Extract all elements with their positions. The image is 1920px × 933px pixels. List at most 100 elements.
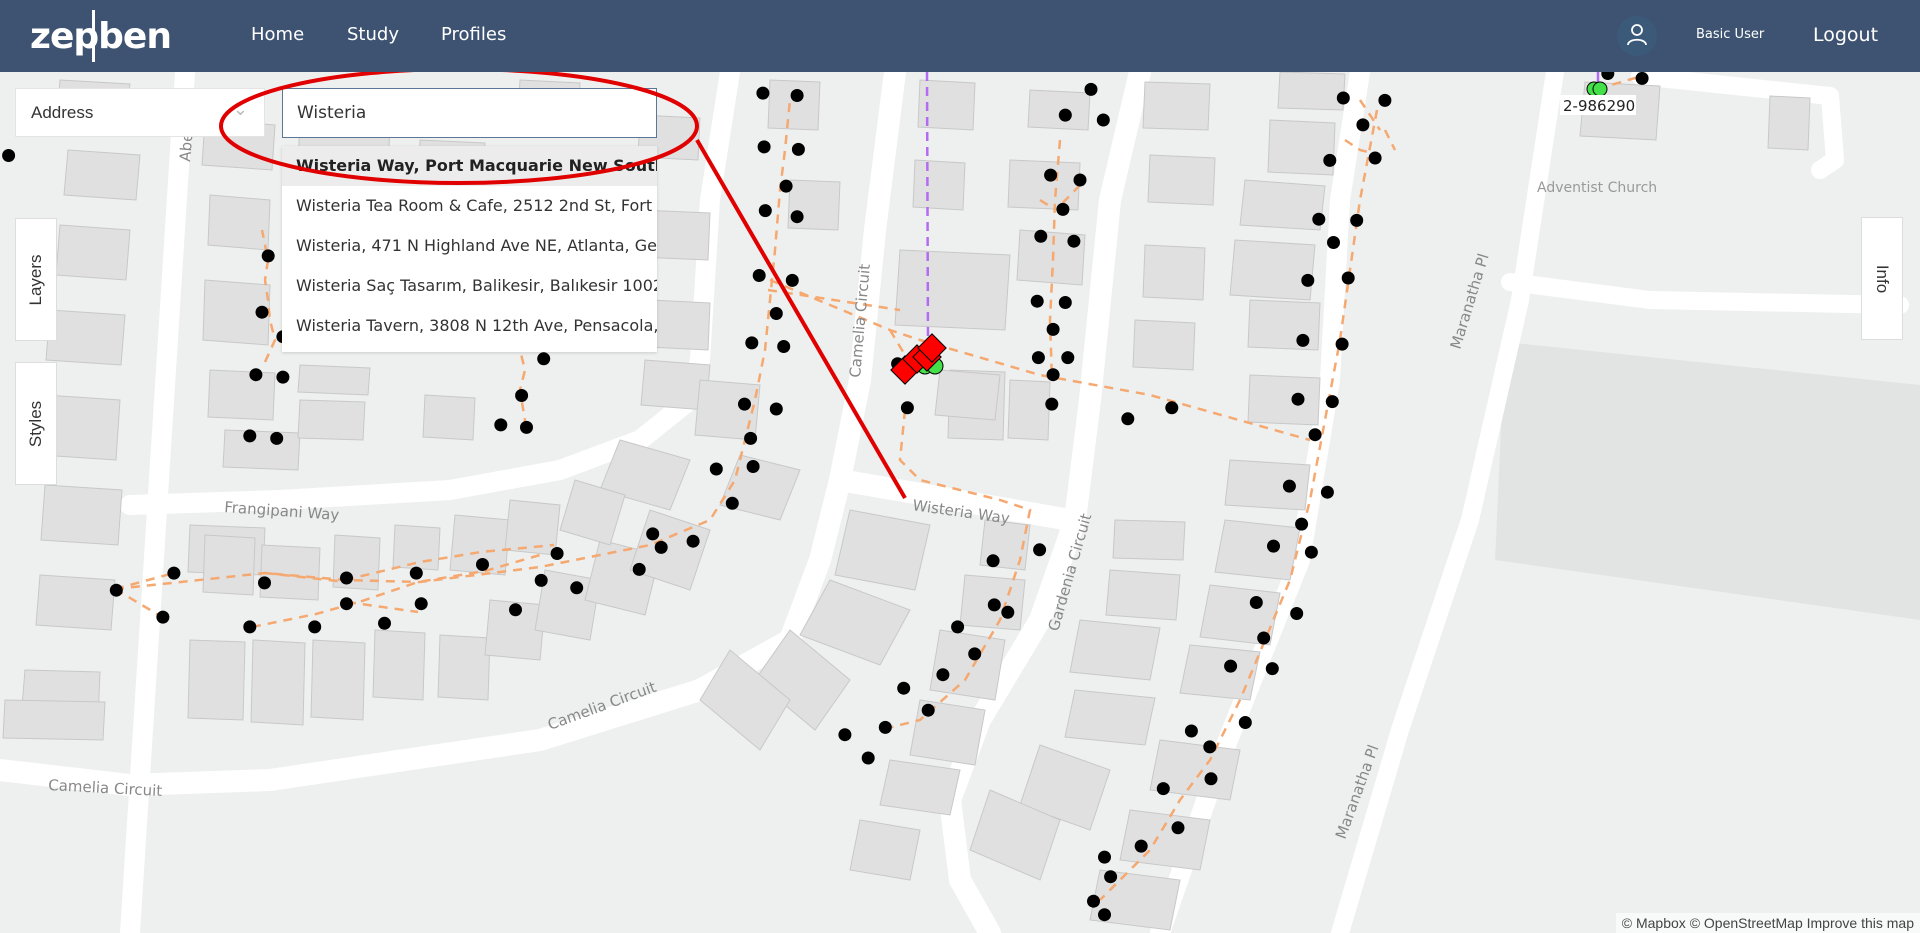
pole-marker[interactable] [1044, 168, 1058, 182]
pole-marker[interactable] [785, 273, 799, 287]
pole-marker[interactable] [1034, 229, 1048, 243]
pole-marker[interactable] [1301, 273, 1315, 287]
address-search-input[interactable] [282, 88, 657, 138]
pole-marker[interactable] [1033, 543, 1047, 557]
pole-marker[interactable] [1134, 839, 1148, 853]
pole-marker[interactable] [494, 418, 508, 432]
zepben-logo[interactable]: zepben [30, 8, 172, 64]
suggestion-item[interactable]: Wisteria Saç Tasarım, Balikesir, Balıkes… [282, 266, 657, 306]
pole-marker[interactable] [746, 460, 760, 473]
pole-marker[interactable] [378, 616, 391, 630]
pole-marker[interactable] [1171, 821, 1185, 835]
pole-marker[interactable] [1356, 118, 1370, 132]
pole-marker[interactable] [537, 352, 551, 366]
tab-styles[interactable]: Styles [15, 362, 57, 485]
pole-marker[interactable] [1001, 605, 1015, 619]
pole-marker[interactable] [861, 751, 875, 765]
pole-marker[interactable] [1184, 724, 1198, 738]
nav-home[interactable]: Home [251, 0, 304, 72]
tab-layers[interactable]: Layers [15, 218, 57, 341]
pole-marker[interactable] [1104, 870, 1118, 884]
pole-marker[interactable] [1061, 351, 1075, 365]
pole-marker[interactable] [897, 681, 911, 695]
pole-marker[interactable] [1156, 782, 1170, 796]
suggestion-item[interactable]: Wisteria Tavern, 3808 N 12th Ave, Pensac… [282, 306, 657, 346]
pole-marker[interactable] [791, 142, 805, 156]
pole-marker[interactable] [838, 728, 852, 742]
pole-marker[interactable] [1204, 772, 1218, 786]
pole-marker[interactable] [1087, 894, 1100, 908]
pole-marker[interactable] [1056, 202, 1070, 216]
pole-marker[interactable] [2, 149, 16, 162]
pole-marker[interactable] [1121, 412, 1135, 426]
pole-marker[interactable] [1308, 428, 1322, 442]
nav-profiles[interactable]: Profiles [441, 0, 506, 72]
mapbox-attribution-link[interactable]: © Mapbox [1622, 915, 1686, 931]
pole-marker[interactable] [1336, 91, 1350, 105]
pole-marker[interactable] [769, 402, 783, 416]
pole-marker[interactable] [109, 583, 123, 597]
pole-marker[interactable] [1098, 908, 1111, 922]
pole-marker[interactable] [745, 336, 759, 350]
pole-marker[interactable] [261, 249, 275, 263]
pole-marker[interactable] [476, 558, 489, 571]
pole-marker[interactable] [758, 204, 772, 218]
pole-marker[interactable] [756, 86, 770, 100]
pole-marker[interactable] [790, 89, 804, 102]
pole-marker[interactable] [243, 620, 257, 634]
pole-marker[interactable] [1312, 212, 1326, 226]
pole-marker[interactable] [1296, 333, 1310, 347]
pole-marker[interactable] [632, 562, 646, 576]
pole-marker[interactable] [951, 620, 965, 634]
pole-marker[interactable] [921, 703, 935, 717]
pole-marker[interactable] [1058, 296, 1072, 309]
pole-marker[interactable] [709, 462, 723, 476]
suggestion-item[interactable]: Wisteria, 471 N Highland Ave NE, Atlanta… [282, 226, 657, 266]
pole-marker[interactable] [1327, 236, 1340, 249]
pole-marker[interactable] [1224, 659, 1238, 673]
pole-marker[interactable] [646, 527, 660, 541]
pole-marker[interactable] [1084, 82, 1098, 96]
pole-marker[interactable] [654, 540, 668, 554]
pole-marker[interactable] [276, 370, 290, 384]
pole-marker[interactable] [534, 573, 548, 587]
search-mode-select[interactable]: Address ⌄ [15, 88, 265, 137]
pole-marker[interactable] [1096, 113, 1110, 127]
pole-marker[interactable] [258, 576, 271, 590]
pole-marker[interactable] [986, 554, 1000, 568]
pole-marker[interactable] [1203, 740, 1217, 754]
pole-marker[interactable] [570, 581, 584, 595]
pole-marker[interactable] [1304, 545, 1318, 559]
asset-label[interactable]: 2-986290 [1563, 97, 1635, 115]
pole-marker[interactable] [936, 668, 950, 682]
pole-marker[interactable] [1341, 271, 1355, 285]
improve-map-link[interactable]: Improve this map [1807, 915, 1914, 931]
pole-marker[interactable] [744, 431, 758, 445]
logout-button[interactable]: Logout [1813, 0, 1878, 70]
pole-marker[interactable] [255, 305, 269, 319]
pole-marker[interactable] [167, 566, 181, 580]
pole-marker[interactable] [878, 720, 892, 734]
pole-marker[interactable] [987, 598, 1001, 612]
pole-marker[interactable] [1067, 234, 1081, 248]
pole-marker[interactable] [1238, 716, 1252, 729]
nav-study[interactable]: Study [347, 0, 399, 72]
pole-marker[interactable] [243, 429, 257, 443]
pole-marker[interactable] [156, 610, 170, 624]
pole-marker[interactable] [1031, 351, 1045, 365]
pole-marker[interactable] [515, 389, 529, 402]
pole-marker[interactable] [725, 496, 739, 510]
pole-marker[interactable] [340, 571, 353, 585]
pole-marker[interactable] [777, 340, 791, 353]
pole-marker[interactable] [1046, 322, 1060, 336]
pole-marker[interactable] [900, 401, 914, 415]
pole-marker[interactable] [1323, 153, 1337, 167]
pole-marker[interactable] [1249, 596, 1263, 609]
pole-marker[interactable] [1378, 93, 1392, 107]
pole-marker[interactable] [1335, 337, 1349, 351]
pole-marker[interactable] [1257, 631, 1271, 645]
pole-marker[interactable] [738, 397, 751, 411]
pole-marker[interactable] [779, 179, 793, 193]
pole-marker[interactable] [1265, 662, 1279, 676]
pole-marker[interactable] [1267, 539, 1280, 553]
